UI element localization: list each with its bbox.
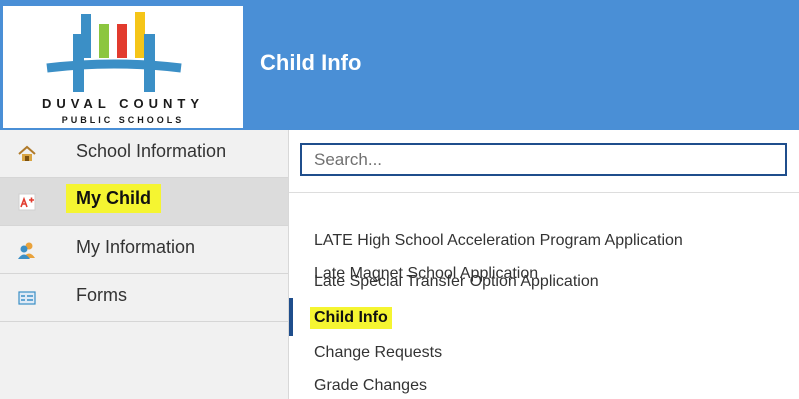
bridge-logo-icon (46, 12, 182, 92)
menu-divider (289, 192, 799, 193)
page-title: Child Info (260, 50, 362, 75)
sidebar-item-label: My Information (76, 237, 196, 257)
search-input[interactable] (314, 149, 774, 171)
menu-item-late-special-transfer[interactable]: Late Special Transfer Option Application (314, 273, 599, 291)
sidebar-item-my-child[interactable]: My Child (0, 178, 288, 226)
house-icon (18, 145, 36, 163)
sidebar-item-label: School Information (76, 141, 227, 161)
report-icon (18, 193, 36, 211)
menu-item-late-high-school-acceleration[interactable]: LATE High School Acceleration Program Ap… (314, 232, 683, 250)
logo-wordmark-line2: PUBLIC SCHOOLS (61, 115, 185, 125)
sidebar-item-my-information[interactable]: My Information (0, 226, 288, 274)
sidebar-item-forms[interactable]: Forms (0, 274, 288, 322)
sidebar: School Information My Child My Informati… (0, 130, 289, 399)
sidebar-item-school-information[interactable]: School Information (0, 130, 288, 178)
selected-indicator (289, 298, 293, 336)
district-logo[interactable]: DUVAL COUNTY PUBLIC SCHOOLS (3, 6, 243, 128)
sidebar-item-label: Forms (76, 285, 127, 305)
menu-item-child-info[interactable]: Child Info (310, 307, 392, 329)
logo-wordmark-line1: DUVAL COUNTY (41, 96, 205, 111)
menu-item-grade-changes[interactable]: Grade Changes (314, 377, 427, 395)
header-bar: DUVAL COUNTY PUBLIC SCHOOLS Child Info (0, 0, 799, 130)
people-icon (18, 241, 36, 259)
sidebar-item-label: My Child (66, 184, 161, 213)
form-icon (18, 289, 36, 307)
menu-item-change-requests[interactable]: Change Requests (314, 344, 442, 362)
search-box[interactable] (300, 143, 787, 176)
